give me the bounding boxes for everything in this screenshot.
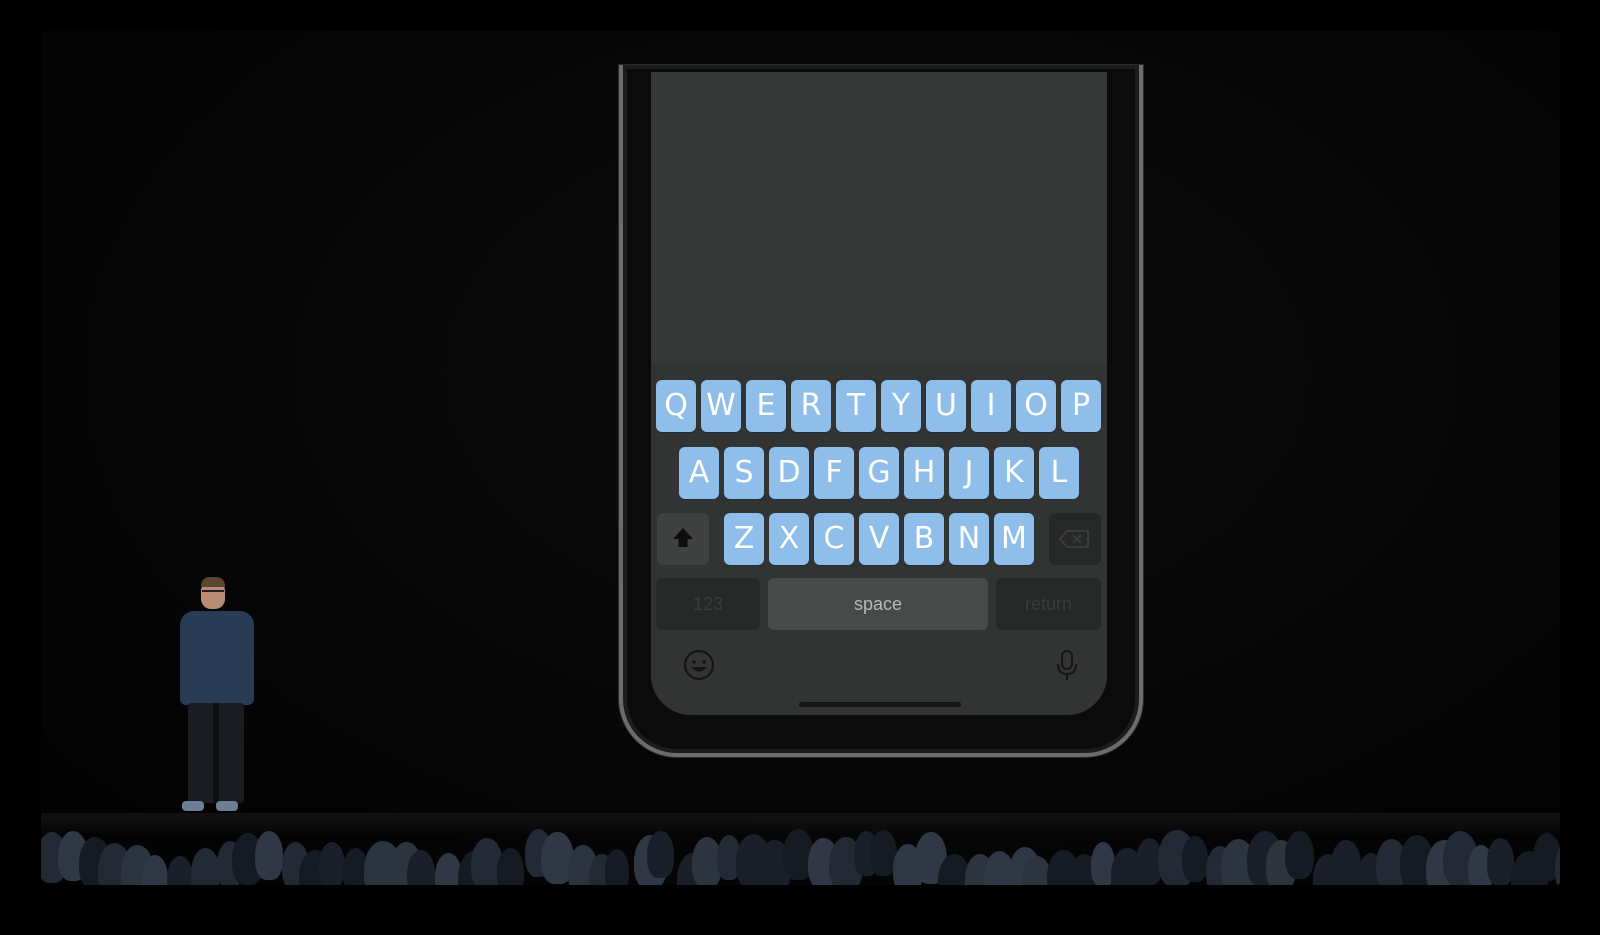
audience-member: [319, 841, 346, 885]
key-y[interactable]: Y: [881, 380, 921, 432]
key-g[interactable]: G: [859, 447, 899, 499]
key-e[interactable]: E: [746, 380, 786, 432]
audience-member: [1285, 830, 1314, 880]
key-m[interactable]: M: [994, 513, 1034, 565]
presenter-shoe-left: [182, 801, 204, 811]
audience-member: [604, 848, 629, 885]
audience-member: [496, 848, 524, 885]
key-x[interactable]: X: [769, 513, 809, 565]
audience-member: [1486, 837, 1515, 885]
audience-member: [647, 831, 674, 878]
key-n[interactable]: N: [949, 513, 989, 565]
shift-key[interactable]: [657, 513, 709, 565]
numbers-key[interactable]: 123: [656, 578, 760, 630]
key-t[interactable]: T: [836, 380, 876, 432]
key-k[interactable]: K: [994, 447, 1034, 499]
audience-member: [407, 849, 436, 885]
audience-member: [190, 847, 221, 885]
audience-member: [254, 831, 284, 881]
key-p[interactable]: P: [1061, 380, 1101, 432]
presenter-shoe-right: [216, 801, 238, 811]
key-u[interactable]: U: [926, 380, 966, 432]
presenter-legs: [188, 703, 244, 803]
presenter: [180, 577, 260, 819]
key-a[interactable]: A: [679, 447, 719, 499]
key-z[interactable]: Z: [724, 513, 764, 565]
key-h[interactable]: H: [904, 447, 944, 499]
key-s[interactable]: S: [724, 447, 764, 499]
key-b[interactable]: B: [904, 513, 944, 565]
keyboard: Q W E R T Y U I O P A S D F G H J K L Z …: [651, 363, 1107, 715]
phone-frame: Q W E R T Y U I O P A S D F G H J K L Z …: [619, 65, 1143, 757]
delete-key[interactable]: [1049, 513, 1101, 565]
emoji-face-icon[interactable]: [681, 647, 717, 683]
presenter-torso: [180, 611, 254, 705]
space-key[interactable]: space: [768, 578, 988, 630]
key-r[interactable]: R: [791, 380, 831, 432]
audience-member: [167, 855, 194, 885]
phone-screen: Q W E R T Y U I O P A S D F G H J K L Z …: [651, 72, 1107, 715]
keyboard-row-2: A S D F G H J K L: [651, 447, 1107, 499]
shift-arrow-icon: [673, 528, 693, 547]
key-o[interactable]: O: [1016, 380, 1056, 432]
audience-member: [1181, 835, 1209, 883]
key-f[interactable]: F: [814, 447, 854, 499]
return-key[interactable]: return: [996, 578, 1101, 630]
key-l[interactable]: L: [1039, 447, 1079, 499]
key-d[interactable]: D: [769, 447, 809, 499]
presenter-hair: [201, 577, 225, 587]
key-i[interactable]: I: [971, 380, 1011, 432]
audience: [41, 821, 1560, 885]
key-w[interactable]: W: [701, 380, 741, 432]
presenter-glasses: [202, 590, 224, 597]
key-c[interactable]: C: [814, 513, 854, 565]
keyboard-row-1: Q W E R T Y U I O P: [651, 380, 1107, 432]
key-j[interactable]: J: [949, 447, 989, 499]
key-q[interactable]: Q: [656, 380, 696, 432]
home-indicator: [799, 702, 961, 707]
key-v[interactable]: V: [859, 513, 899, 565]
backspace-icon: [1058, 530, 1089, 548]
audience-member: [141, 855, 168, 885]
microphone-icon[interactable]: [1049, 647, 1085, 683]
audience-member: [1331, 839, 1361, 885]
keyboard-row-4: 123 space return: [651, 578, 1107, 630]
keyboard-row-3: Z X C V B N M: [651, 513, 1107, 565]
